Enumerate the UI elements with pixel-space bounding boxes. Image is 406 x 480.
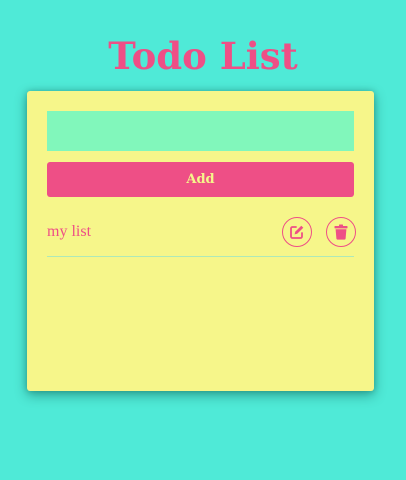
edit-button[interactable] <box>282 217 312 247</box>
todo-card: Add my list <box>27 91 374 391</box>
todo-text: my list <box>47 223 92 240</box>
edit-icon <box>290 225 304 239</box>
todo-list: my list <box>47 213 356 257</box>
add-button[interactable]: Add <box>47 162 354 197</box>
trash-icon <box>334 224 348 240</box>
todo-input[interactable] <box>47 111 354 151</box>
delete-button[interactable] <box>326 217 356 247</box>
list-item: my list <box>47 213 356 257</box>
page-title: Todo List <box>108 34 298 78</box>
